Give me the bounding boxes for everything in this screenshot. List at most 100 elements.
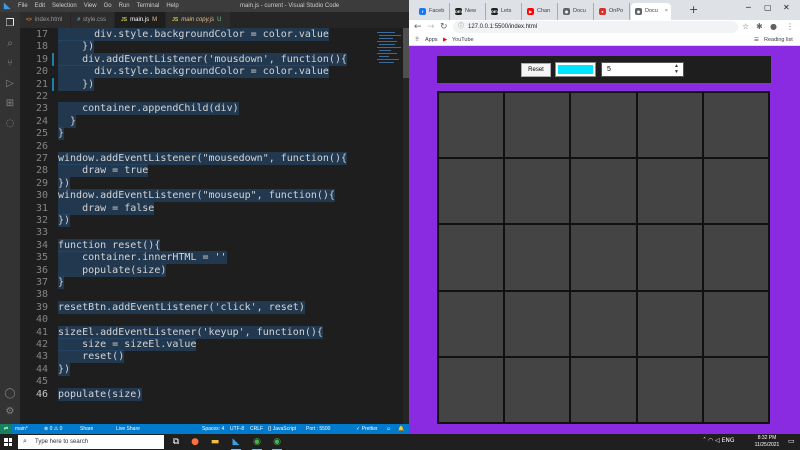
code-line[interactable]: 29}) <box>20 176 380 190</box>
new-tab-plus-icon[interactable]: + <box>689 4 698 16</box>
close-window-icon[interactable]: ✕ <box>783 3 790 12</box>
notification-center-icon[interactable]: ▭ <box>788 437 795 445</box>
code-line[interactable]: 31 draw = false <box>20 201 380 215</box>
grid-cell[interactable] <box>504 158 571 225</box>
grid-cell[interactable] <box>636 92 703 159</box>
code-line[interactable]: 45 <box>20 375 380 388</box>
code-line[interactable]: 32}) <box>20 214 380 227</box>
code-line[interactable]: 36 populate(size) <box>20 263 380 277</box>
minimap[interactable] <box>375 28 403 88</box>
browser-tab[interactable]: DEV Lets <box>487 3 522 20</box>
menu-terminal[interactable]: Terminal <box>137 3 160 9</box>
code-line[interactable]: 39 resetBtn.addEventListener('click', res… <box>20 300 380 314</box>
more-menu-icon[interactable]: ⋮ <box>786 22 794 32</box>
code-line[interactable]: 23 container.appendChild(div) <box>20 102 380 116</box>
spinner-arrows-icon[interactable]: ▲ ▼ <box>674 63 679 75</box>
grid-cell[interactable] <box>438 224 505 291</box>
grid-cell[interactable] <box>438 92 505 159</box>
menu-help[interactable]: Help <box>166 3 178 9</box>
menu-edit[interactable]: Edit <box>35 3 45 9</box>
windows-start-icon[interactable] <box>4 438 12 446</box>
task-view-icon[interactable]: ⧉ <box>170 436 182 448</box>
code-line[interactable]: 34 function reset(){ <box>20 238 380 252</box>
show-hidden-icons-icon[interactable]: ˄ <box>703 437 706 444</box>
grid-cell[interactable] <box>504 356 571 423</box>
network-icon[interactable]: ◠ <box>708 437 713 444</box>
code-line[interactable]: 26 <box>20 140 380 153</box>
language-mode[interactable]: {} JavaScript <box>268 426 296 432</box>
browser-tab[interactable]: ◉ Docu <box>559 3 594 20</box>
grid-cell[interactable] <box>504 224 571 291</box>
profile-avatar-icon[interactable]: ● <box>770 22 777 32</box>
code-line[interactable]: 24 } <box>20 114 380 128</box>
run-debug-icon[interactable]: ▷ <box>4 78 16 90</box>
site-info-icon[interactable]: ⓘ <box>458 21 464 33</box>
code-line[interactable]: 17 div.style.backgroundColor = color.val… <box>20 28 380 41</box>
grid-cell[interactable] <box>636 290 703 357</box>
grid-cell[interactable] <box>702 356 769 423</box>
forward-arrow-icon[interactable]: → <box>427 21 435 33</box>
menu-selection[interactable]: Selection <box>52 3 77 9</box>
code-line[interactable]: 42 size = sizeEl.value <box>20 338 380 351</box>
code-line[interactable]: 27 window.addEventListener("mousedown", f… <box>20 152 380 165</box>
grid-cell[interactable] <box>702 158 769 225</box>
indentation-indicator[interactable]: Spaces: 4 <box>202 426 224 432</box>
minimize-icon[interactable]: ─ <box>746 3 751 12</box>
code-line[interactable]: 44}) <box>20 362 380 376</box>
problems-indicator[interactable]: ⊗ 0 ⚠ 0 <box>44 426 62 432</box>
chrome-taskbar-icon[interactable]: ◉ <box>251 436 263 450</box>
code-line[interactable]: 38 <box>20 288 380 301</box>
remote-indicator-icon[interactable]: ⇄ <box>0 424 12 434</box>
grid-cell[interactable] <box>702 92 769 159</box>
reload-icon[interactable]: ↻ <box>440 21 448 33</box>
code-line[interactable]: 40 <box>20 313 380 326</box>
code-line[interactable]: 30 window.addEventListener("mouseup", fun… <box>20 189 380 203</box>
notifications-bell-icon[interactable]: 🔔 <box>398 426 404 432</box>
apps-grid-icon[interactable]: ⠿ <box>415 34 419 46</box>
firefox-icon[interactable]: ● <box>189 436 201 448</box>
bookmark-star-icon[interactable]: ☆ <box>742 22 749 32</box>
grid-cell[interactable] <box>702 224 769 291</box>
tab-style-css[interactable]: # style.css <box>71 12 115 28</box>
encoding-indicator[interactable]: UTF-8 <box>230 426 244 432</box>
grid-cell[interactable] <box>570 224 637 291</box>
grid-cell[interactable] <box>570 158 637 225</box>
search-icon[interactable]: ⌕ <box>4 38 16 50</box>
grid-cell[interactable] <box>636 158 703 225</box>
browser-tab[interactable]: ● OnPo <box>595 3 630 20</box>
menu-run[interactable]: Run <box>119 3 130 9</box>
close-tab-icon[interactable]: × <box>665 3 668 20</box>
code-line[interactable]: 25} <box>20 127 380 141</box>
grid-cell[interactable] <box>504 92 571 159</box>
share-button[interactable]: Share <box>80 426 93 432</box>
reading-list-button[interactable]: Reading list <box>764 34 793 46</box>
language-icon[interactable]: ENG <box>722 437 735 444</box>
bookmark-youtube[interactable]: YouTube <box>452 34 474 46</box>
browser-tab[interactable]: DEV New <box>451 3 486 20</box>
live-share-button[interactable]: Live Share <box>116 426 140 432</box>
feedback-icon[interactable]: ☺ <box>386 426 391 432</box>
extensions-icon[interactable]: ⊞ <box>4 98 16 110</box>
prettier-status[interactable]: ✓ Prettier <box>356 426 378 432</box>
tab-main-copy-js[interactable]: JS main copy.js U <box>166 12 231 28</box>
git-branch[interactable]: main* <box>15 426 28 432</box>
reading-list-icon[interactable]: ☰ <box>754 34 759 46</box>
code-line[interactable]: 20 div.style.backgroundColor = color.val… <box>20 65 380 79</box>
browser-tab[interactable]: f Faceb <box>415 3 450 20</box>
address-bar[interactable]: ⓘ 127.0.0.1:5500/index.html <box>453 21 738 33</box>
menu-go[interactable]: Go <box>104 3 112 9</box>
code-line[interactable]: 21 }) <box>20 77 380 91</box>
reset-button[interactable]: Reset <box>521 63 551 77</box>
explorer-icon[interactable]: ❐ <box>4 18 16 30</box>
vscode-taskbar-icon[interactable]: ◣ <box>230 436 242 450</box>
grid-cell[interactable] <box>570 356 637 423</box>
eol-indicator[interactable]: CRLF <box>250 426 263 432</box>
tab-index-html[interactable]: <> index.html <box>20 12 72 28</box>
code-editor[interactable]: 17 div.style.backgroundColor = color.val… <box>20 28 409 424</box>
grid-cell[interactable] <box>504 290 571 357</box>
file-explorer-icon[interactable]: ▬ <box>209 436 221 448</box>
size-input[interactable]: 5 ▲ ▼ <box>601 62 684 77</box>
code-line[interactable]: 33 <box>20 226 380 239</box>
grid-cell[interactable] <box>438 158 505 225</box>
grid-cell[interactable] <box>570 92 637 159</box>
